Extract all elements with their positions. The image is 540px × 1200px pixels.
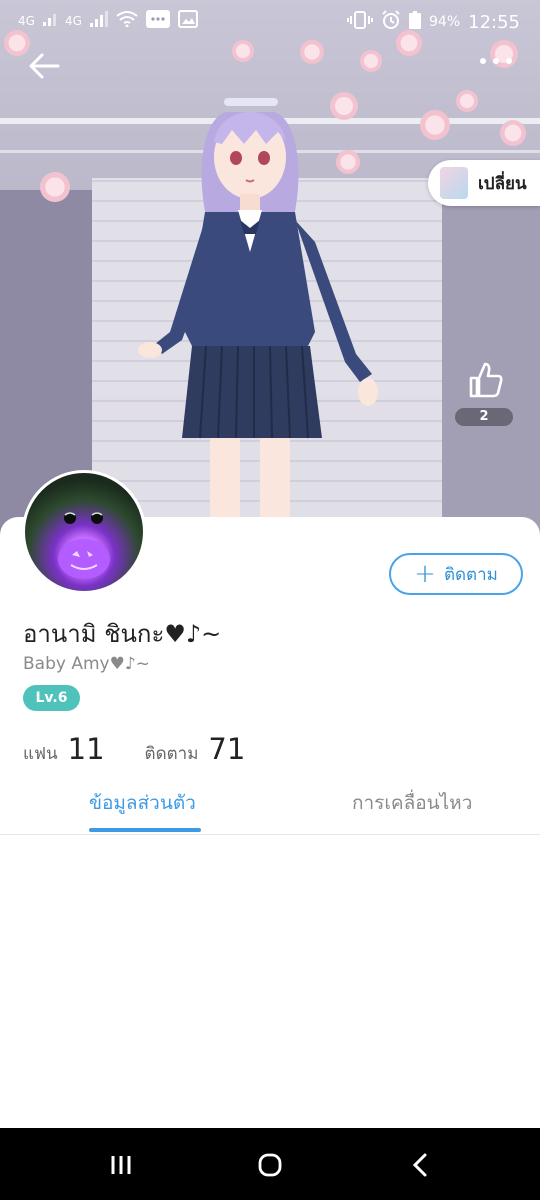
blossom-decoration (500, 120, 526, 146)
battery-percent: 94% (429, 14, 461, 30)
back-button[interactable] (24, 46, 64, 86)
follow-button-label: ติดตาม (443, 564, 498, 585)
fans-label[interactable]: แฟน (23, 740, 58, 767)
chevron-left-icon (412, 1153, 427, 1177)
outfit-thumbnail-icon (440, 167, 468, 199)
network-type-label: 4G (64, 14, 82, 28)
thumbs-up-icon (469, 362, 503, 398)
vibrate-icon (347, 11, 373, 33)
change-outfit-button[interactable]: เปลี่ยน (428, 160, 540, 206)
wifi-icon (116, 11, 138, 31)
more-options-button[interactable] (480, 58, 512, 64)
signal-icon (89, 11, 108, 31)
fans-count[interactable]: 11 (68, 732, 105, 766)
blossom-decoration (420, 110, 450, 140)
profile-subtitle: Baby Amy♥♪~ (23, 654, 150, 674)
avatar[interactable] (22, 470, 146, 594)
status-bar: 4G 4G 94% 12:55 (0, 0, 540, 42)
system-nav-bar (0, 1128, 540, 1200)
blossom-decoration (300, 40, 324, 64)
blossom-decoration (232, 40, 254, 62)
recent-apps-button[interactable] (106, 1152, 136, 1178)
home-icon (258, 1153, 282, 1177)
profile-name: อานามิ ชินกะ♥♪~ (23, 620, 222, 648)
battery-icon (409, 11, 421, 33)
home-button[interactable] (255, 1152, 285, 1178)
following-count[interactable]: 71 (208, 732, 245, 766)
alarm-icon (381, 10, 401, 34)
clock-time: 12:55 (468, 11, 520, 33)
tab-activity[interactable]: การเคลื่อนไหว (352, 788, 472, 818)
nav-back-button[interactable] (405, 1152, 435, 1178)
cat-pumpkin-avatar-image (58, 512, 110, 579)
follow-button[interactable]: + ติดตาม (389, 553, 523, 595)
avatar-character (138, 98, 378, 560)
more-dots-icon (480, 58, 486, 64)
more-dots-icon (493, 58, 499, 64)
signal-icon (42, 12, 57, 30)
active-tab-indicator (89, 828, 201, 832)
more-dots-icon (506, 58, 512, 64)
change-outfit-label: เปลี่ยน (478, 173, 527, 194)
plus-icon: + (414, 559, 436, 589)
image-icon (177, 10, 198, 32)
profile-tabs: ข้อมูลส่วนตัว การเคลื่อนไหว (0, 780, 540, 835)
level-badge: Lv.6 (23, 685, 80, 711)
following-label[interactable]: ติดตาม (145, 740, 199, 767)
tab-personal-info[interactable]: ข้อมูลส่วนตัว (89, 788, 196, 818)
network-type-label: 4G (18, 14, 35, 28)
back-arrow-icon (29, 53, 60, 79)
follow-stats: แฟน 11 ติดตาม 71 (23, 732, 245, 767)
blossom-decoration (40, 172, 70, 202)
blossom-decoration (360, 50, 382, 72)
blossom-decoration (456, 90, 478, 112)
like-count: 2 (455, 408, 513, 426)
recent-apps-icon (111, 1156, 131, 1174)
like-button[interactable]: 2 (455, 360, 515, 426)
message-icon (145, 10, 170, 32)
